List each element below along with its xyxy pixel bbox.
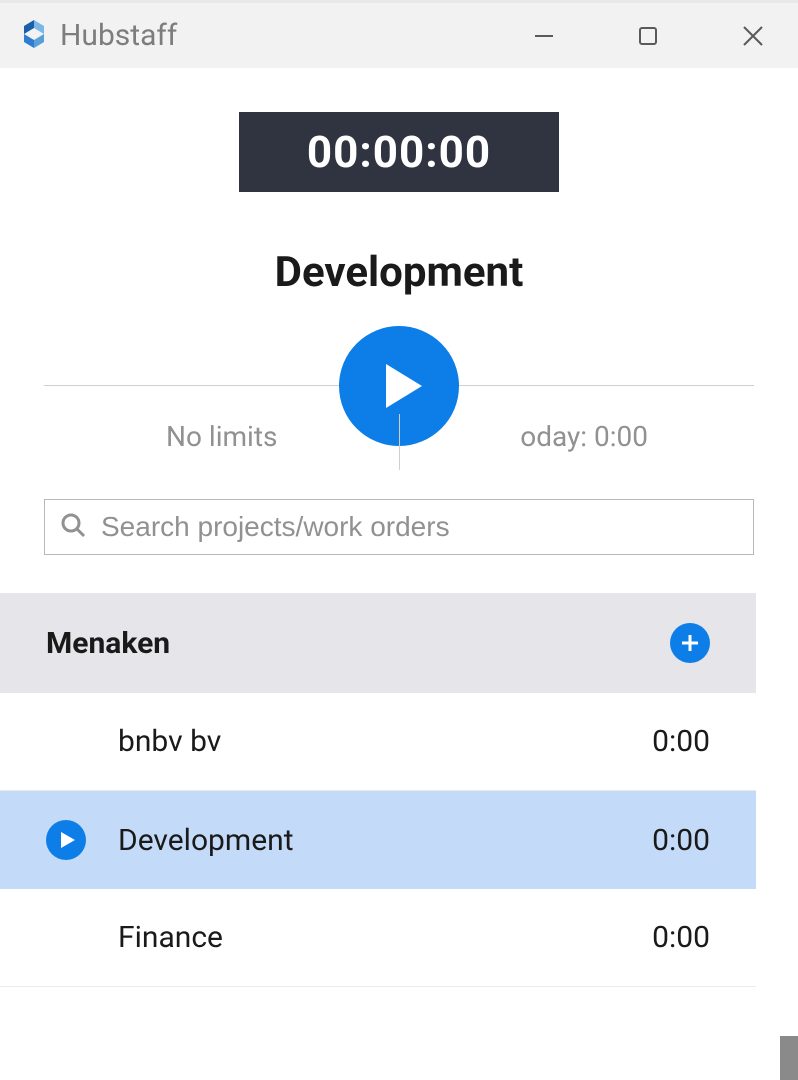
info-row: No limits oday: 0:00	[0, 420, 798, 453]
titlebar-left: Hubstaff	[14, 16, 177, 56]
limits-text: No limits	[166, 420, 277, 453]
plus-icon	[679, 632, 701, 654]
search-container[interactable]	[44, 499, 754, 555]
app-title: Hubstaff	[60, 18, 177, 53]
current-project-title: Development	[0, 248, 798, 297]
project-time: 0:00	[652, 920, 710, 955]
project-item[interactable]: bnbv bv 0:00	[0, 693, 756, 791]
project-name: bnbv bv	[118, 724, 221, 759]
play-section	[0, 385, 798, 386]
group-title: Menaken	[46, 626, 170, 661]
titlebar: Hubstaff	[0, 0, 798, 68]
add-button[interactable]	[670, 623, 710, 663]
play-icon	[61, 832, 75, 848]
vertical-divider	[399, 414, 400, 470]
minimize-button[interactable]	[532, 24, 556, 48]
scrollbar-thumb[interactable]	[780, 1036, 798, 1080]
search-icon	[59, 511, 87, 543]
timer-display: 00:00:00	[239, 112, 559, 192]
item-play-icon[interactable]	[46, 820, 86, 860]
group-header: Menaken	[0, 593, 756, 693]
window-controls	[532, 23, 766, 49]
play-icon	[386, 364, 422, 408]
project-time: 0:00	[652, 724, 710, 759]
today-text: oday: 0:00	[520, 420, 648, 453]
maximize-button[interactable]	[636, 24, 660, 48]
projects-list: bnbv bv 0:00 Development 0:00 Finance 0:00	[0, 693, 798, 987]
search-input[interactable]	[101, 511, 739, 543]
project-name: Finance	[118, 920, 223, 955]
project-item[interactable]: Finance 0:00	[0, 889, 756, 987]
project-time: 0:00	[652, 823, 710, 858]
close-button[interactable]	[740, 23, 766, 49]
timer-container: 00:00:00	[0, 112, 798, 192]
project-item[interactable]: Development 0:00	[0, 791, 756, 889]
hubstaff-logo-icon	[14, 16, 54, 56]
project-name: Development	[118, 823, 294, 858]
